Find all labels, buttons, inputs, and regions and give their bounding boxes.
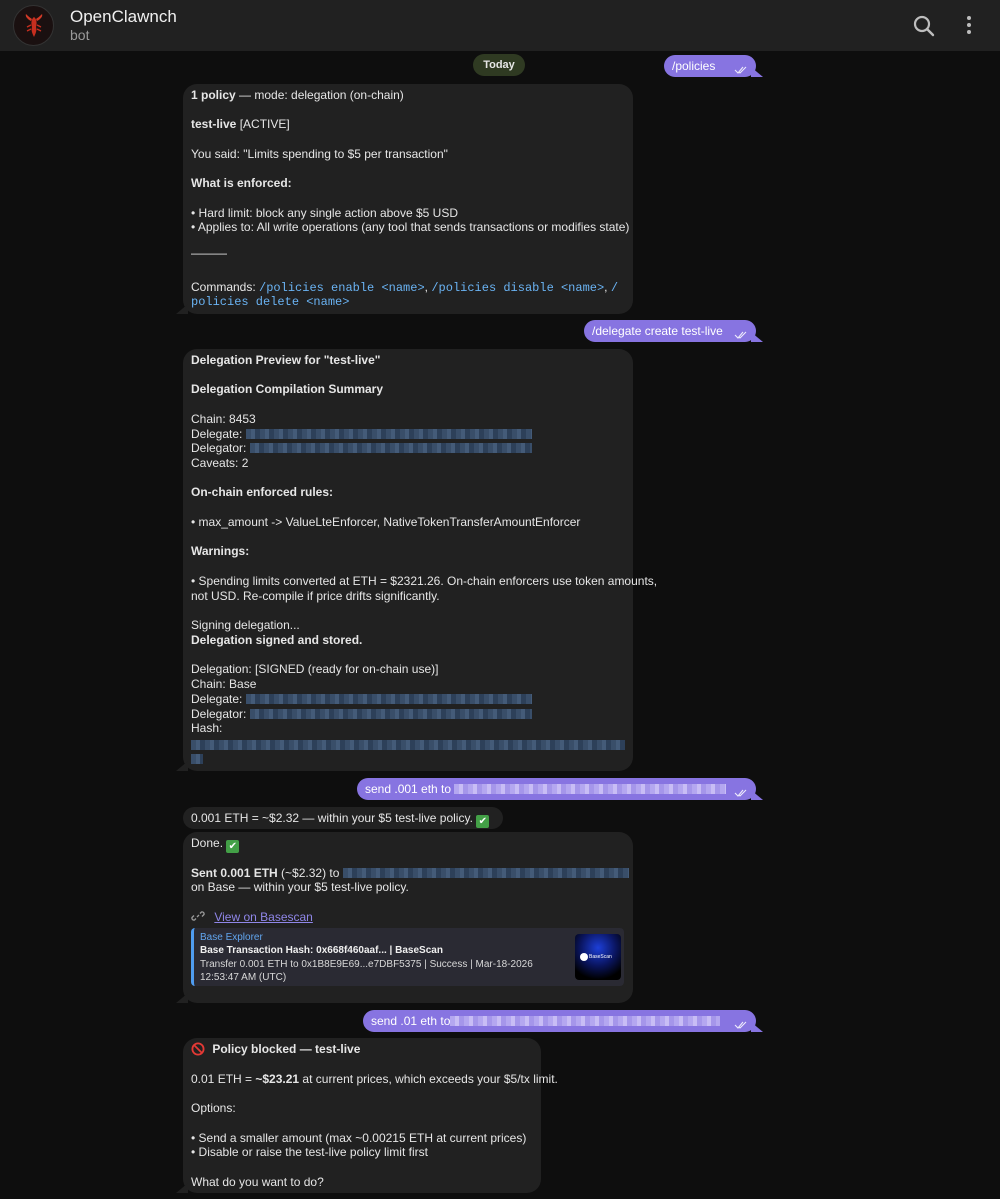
message-line: on Base — within your $5 test-live polic… xyxy=(191,880,409,894)
lobster-icon xyxy=(25,14,43,37)
message-line: • Disable or raise the test-live policy … xyxy=(191,1145,428,1159)
read-receipt-icon xyxy=(734,1021,747,1029)
message-line: What is enforced: xyxy=(191,176,292,190)
command-link[interactable]: /policies enable <name> xyxy=(259,281,425,295)
thumbnail-label: BaseScan xyxy=(589,954,612,960)
message-line: 0.01 ETH = ~$23.21 at current prices, wh… xyxy=(191,1072,558,1086)
message-line: not USD. Re-compile if price drifts sign… xyxy=(191,589,440,603)
basescan-link-row: View on Basescan xyxy=(191,909,313,925)
check-mark-icon: ✔ xyxy=(476,815,490,828)
message-line: Delegation signed and stored. xyxy=(191,633,363,647)
message-line: What do you want to do? xyxy=(191,1175,324,1189)
message-text: /delegate create test-live xyxy=(592,324,723,338)
message-line: Options: xyxy=(191,1101,236,1115)
message-line: Warnings: xyxy=(191,544,250,558)
message-line: Delegation Preview for "test-live" xyxy=(191,353,381,367)
outgoing-message[interactable]: send .01 eth to xyxy=(363,1010,763,1032)
basescan-logo-icon xyxy=(580,953,588,961)
incoming-message[interactable]: 0.001 ETH = ~$2.32 — within your $5 test… xyxy=(183,807,503,829)
message-line xyxy=(191,752,203,767)
message-line: • Hard limit: block any single action ab… xyxy=(191,206,458,220)
message-line: Chain: Base xyxy=(191,677,257,691)
incoming-message[interactable]: Delegation Preview for "test-live" Deleg… xyxy=(176,349,657,771)
outgoing-message[interactable]: /policies xyxy=(664,55,763,77)
outgoing-message[interactable]: /delegate create test-live xyxy=(584,320,763,342)
message-line: You said: "Limits spending to $5 per tra… xyxy=(191,147,448,161)
redacted-address xyxy=(450,1016,721,1026)
view-on-basescan-link[interactable]: View on Basescan xyxy=(214,910,313,924)
redacted-address xyxy=(454,784,727,794)
message-line: • Send a smaller amount (max ~0.00215 ET… xyxy=(191,1131,527,1145)
message-line: Delegate: xyxy=(191,427,532,442)
command-link[interactable]: / xyxy=(611,281,618,295)
preview-site-name: Base Explorer xyxy=(200,932,263,943)
message-text: send .01 eth to xyxy=(371,1014,721,1028)
message-line: Delegator: xyxy=(191,707,532,722)
redacted-address xyxy=(249,443,532,453)
bot-avatar[interactable] xyxy=(13,5,54,46)
message-line: Policy blocked — test-live xyxy=(191,1042,360,1057)
date-separator: Today xyxy=(473,54,525,76)
chat-header: OpenClawnch bot xyxy=(0,0,1000,51)
message-line: • Applies to: All write operations (any … xyxy=(191,220,630,234)
message-line: Signing delegation... xyxy=(191,618,300,632)
redacted-address xyxy=(342,868,629,878)
message-divider: ——— xyxy=(191,246,227,260)
incoming-message[interactable]: 1 policy — mode: delegation (on-chain) t… xyxy=(176,84,633,314)
redacted-hash xyxy=(191,754,203,764)
message-line: Hash: xyxy=(191,721,223,735)
message-line xyxy=(191,738,625,753)
message-text: send .001 eth to xyxy=(365,782,727,796)
redacted-address xyxy=(249,709,532,719)
chat-subtitle: bot xyxy=(70,27,90,43)
link-icon xyxy=(191,911,205,921)
command-link[interactable]: policies delete <name> xyxy=(191,295,349,310)
redacted-address xyxy=(245,694,532,704)
message-line: test-live [ACTIVE] xyxy=(191,117,290,131)
message-line: • Spending limits converted at ETH = $23… xyxy=(191,574,658,588)
message-line: Delegation: [SIGNED (ready for on-chain … xyxy=(191,662,439,676)
redacted-hash xyxy=(191,740,625,750)
message-line: Delegation Compilation Summary xyxy=(191,382,384,396)
incoming-message[interactable]: Policy blocked — test-live 0.01 ETH = ~$… xyxy=(176,1038,558,1193)
message-line: Delegator: xyxy=(191,441,532,456)
message-line: • max_amount -> ValueLteEnforcer, Native… xyxy=(191,515,581,529)
message-line: Delegate: xyxy=(191,692,532,707)
preview-title: Base Transaction Hash: 0x668f460aaf... |… xyxy=(200,945,443,956)
command-link[interactable]: /policies disable <name> xyxy=(431,281,604,295)
read-receipt-icon xyxy=(734,66,747,74)
check-mark-icon: ✔ xyxy=(226,840,240,853)
preview-thumbnail[interactable]: BaseScan xyxy=(575,934,621,980)
message-line: Caveats: 2 xyxy=(191,456,249,470)
message-line: 1 policy — mode: delegation (on-chain) xyxy=(191,88,404,102)
message-line: Done. ✔ xyxy=(191,836,240,853)
chat-title: OpenClawnch xyxy=(70,7,177,26)
preview-description: Transfer 0.001 ETH to 0x1B8E9E69...e7DBF… xyxy=(200,959,533,983)
message-line: Sent 0.001 ETH (~$2.32) to xyxy=(191,866,629,881)
read-receipt-icon xyxy=(734,331,747,339)
prohibited-icon xyxy=(191,1042,205,1056)
outgoing-message[interactable]: send .001 eth to xyxy=(357,778,763,800)
link-preview-card[interactable]: Base Explorer Base Transaction Hash: 0x6… xyxy=(191,928,624,986)
message-text: 0.001 ETH = ~$2.32 — within your $5 test… xyxy=(191,811,490,828)
commands-line: Commands: /policies enable <name>, /poli… xyxy=(191,280,619,295)
message-line: On-chain enforced rules: xyxy=(191,485,334,499)
message-text: /policies xyxy=(672,59,716,73)
search-icon[interactable] xyxy=(910,12,938,40)
message-list[interactable]: Today /policies 1 policy — mode: delegat… xyxy=(0,51,1000,1199)
read-receipt-icon xyxy=(734,789,747,797)
more-vertical-icon[interactable] xyxy=(955,12,983,40)
message-line: Chain: 8453 xyxy=(191,412,256,426)
redacted-address xyxy=(245,429,532,439)
